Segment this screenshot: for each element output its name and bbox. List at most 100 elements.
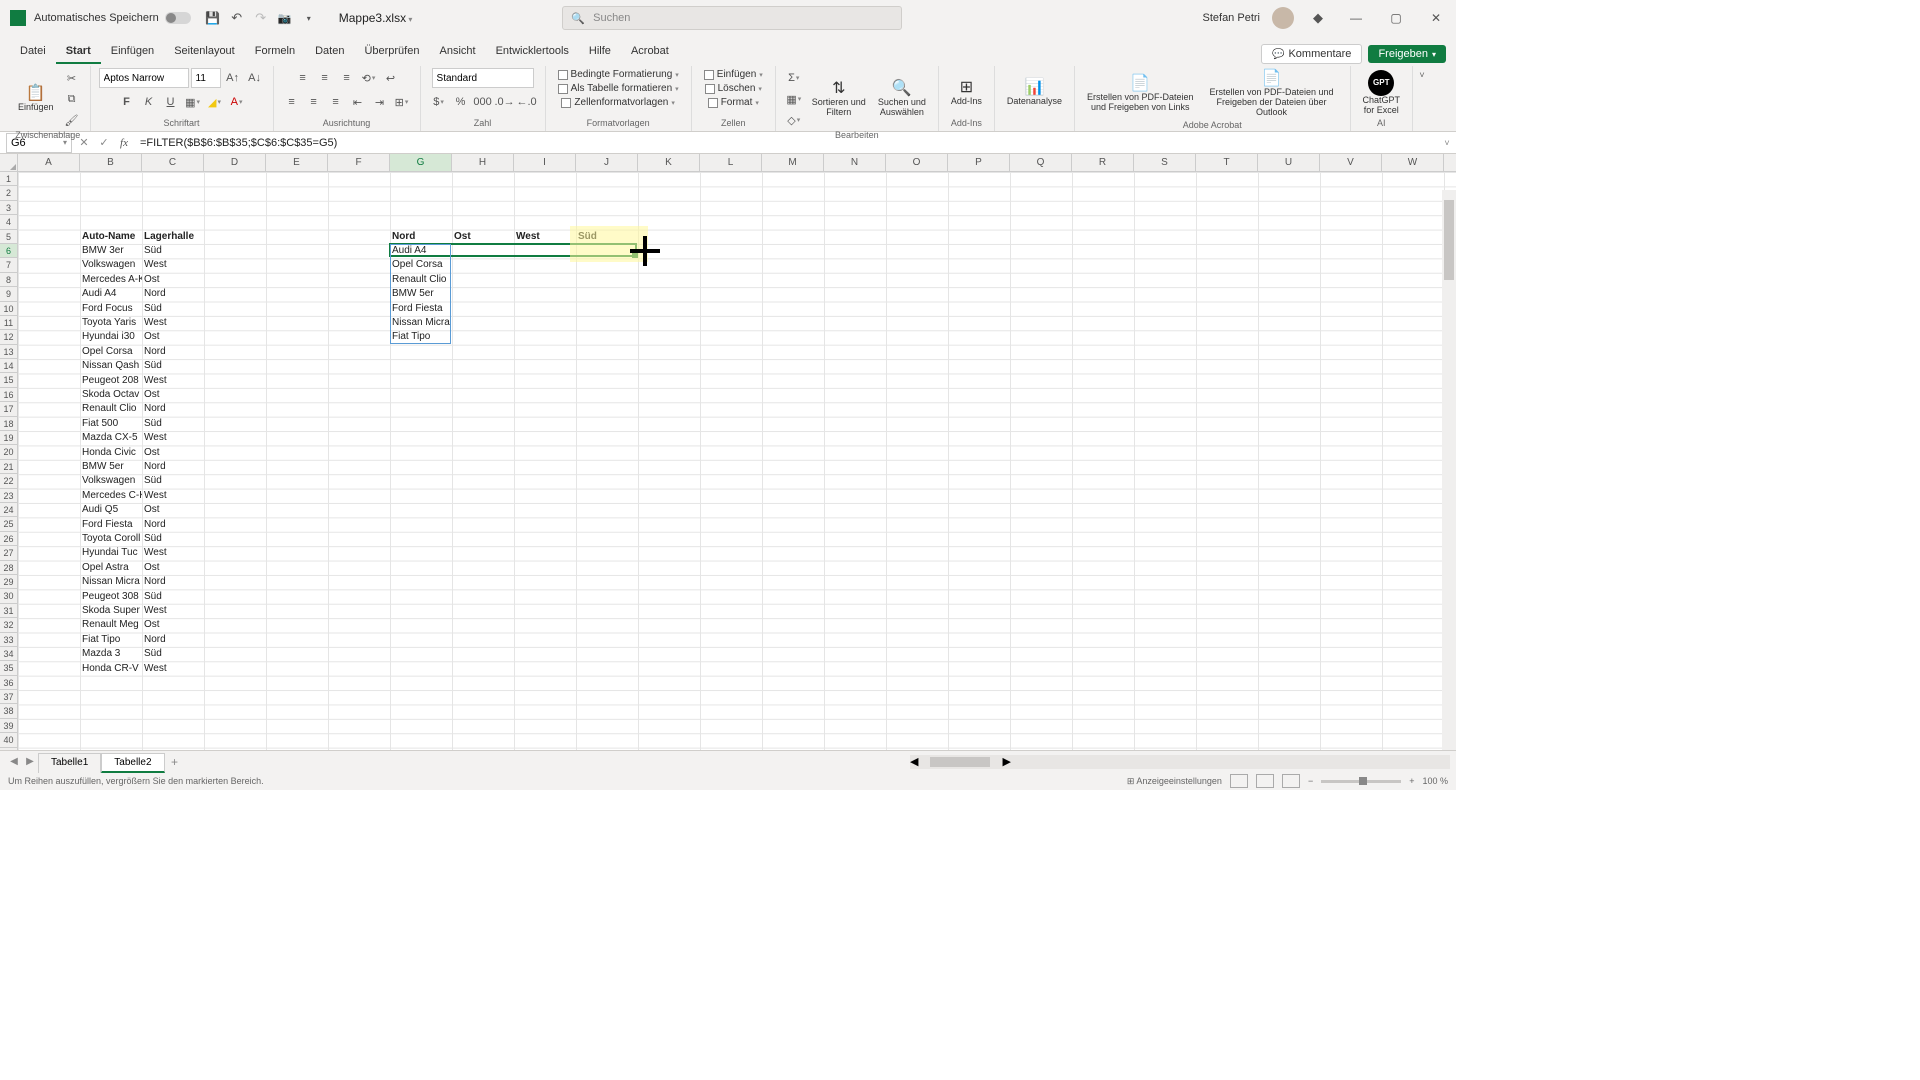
cell-G9[interactable]: BMW 5er xyxy=(390,287,452,301)
col-header-D[interactable]: D xyxy=(204,154,266,171)
cell-C18[interactable]: Süd xyxy=(142,417,204,431)
zoom-in[interactable]: + xyxy=(1409,776,1414,786)
col-header-I[interactable]: I xyxy=(514,154,576,171)
col-header-G[interactable]: G xyxy=(390,154,452,171)
cell-B28[interactable]: Opel Astra xyxy=(80,561,142,575)
font-name-select[interactable] xyxy=(99,68,189,88)
comments-button[interactable]: Kommentare xyxy=(1261,44,1362,64)
row-header-11[interactable]: 11 xyxy=(0,316,17,330)
horizontal-scrollbar[interactable]: ◀▶ xyxy=(910,755,1450,769)
row-header-10[interactable]: 10 xyxy=(0,302,17,316)
font-size-select[interactable] xyxy=(191,68,221,88)
save-button[interactable] xyxy=(203,8,223,28)
col-header-N[interactable]: N xyxy=(824,154,886,171)
decrease-font-button[interactable]: A↓ xyxy=(245,68,265,88)
row-header-6[interactable]: 6 xyxy=(0,244,17,258)
formula-expand-button[interactable]: ˅ xyxy=(1438,138,1456,148)
cell-C19[interactable]: West xyxy=(142,431,204,445)
autosum-button[interactable]: Σ xyxy=(784,68,804,88)
cell-C31[interactable]: West xyxy=(142,604,204,618)
col-header-M[interactable]: M xyxy=(762,154,824,171)
cell-B13[interactable]: Opel Corsa xyxy=(80,345,142,359)
sheet-nav-prev[interactable]: ◀ xyxy=(6,756,22,767)
addins-button[interactable]: ⊞Add-Ins xyxy=(947,77,986,109)
row-header-40[interactable]: 40 xyxy=(0,733,17,747)
cell-B23[interactable]: Mercedes C-K xyxy=(80,489,142,503)
menu-tab-überprüfen[interactable]: Überprüfen xyxy=(354,40,429,64)
undo-button[interactable] xyxy=(227,8,247,28)
cell-B18[interactable]: Fiat 500 xyxy=(80,417,142,431)
align-left[interactable]: ≡ xyxy=(282,92,302,112)
zoom-slider[interactable] xyxy=(1321,780,1401,783)
cell-B21[interactable]: BMW 5er xyxy=(80,460,142,474)
cell-C29[interactable]: Nord xyxy=(142,575,204,589)
cell-C14[interactable]: Süd xyxy=(142,359,204,373)
cell-B31[interactable]: Skoda Super xyxy=(80,604,142,618)
cell-B8[interactable]: Mercedes A-K xyxy=(80,273,142,287)
menu-tab-hilfe[interactable]: Hilfe xyxy=(579,40,621,64)
col-header-B[interactable]: B xyxy=(80,154,142,171)
cell-B7[interactable]: Volkswagen xyxy=(80,258,142,272)
minimize-button[interactable]: — xyxy=(1342,4,1370,32)
cell-B22[interactable]: Volkswagen xyxy=(80,474,142,488)
sort-filter-button[interactable]: ⇅Sortieren und Filtern xyxy=(808,78,870,120)
cell-C5[interactable]: Lagerhalle xyxy=(142,230,204,244)
cell-C20[interactable]: Ost xyxy=(142,446,204,460)
filename[interactable]: Mappe3.xlsx xyxy=(339,11,413,25)
row-header-4[interactable]: 4 xyxy=(0,215,17,229)
cell-G5[interactable]: Nord xyxy=(390,230,452,244)
col-header-F[interactable]: F xyxy=(328,154,390,171)
row-header-33[interactable]: 33 xyxy=(0,633,17,647)
row-header-14[interactable]: 14 xyxy=(0,359,17,373)
col-header-J[interactable]: J xyxy=(576,154,638,171)
cell-B14[interactable]: Nissan Qash xyxy=(80,359,142,373)
row-header-9[interactable]: 9 xyxy=(0,287,17,301)
zoom-out[interactable]: − xyxy=(1308,776,1313,786)
cell-C12[interactable]: Ost xyxy=(142,330,204,344)
row-header-39[interactable]: 39 xyxy=(0,719,17,733)
cell-B33[interactable]: Fiat Tipo xyxy=(80,633,142,647)
pdf-share-link-button[interactable]: 📄Erstellen von PDF-Dateien und Freigeben… xyxy=(1083,73,1198,115)
cell-C15[interactable]: West xyxy=(142,374,204,388)
menu-tab-einfügen[interactable]: Einfügen xyxy=(101,40,164,64)
cell-C35[interactable]: West xyxy=(142,662,204,676)
cell-C8[interactable]: Ost xyxy=(142,273,204,287)
col-header-O[interactable]: O xyxy=(886,154,948,171)
align-right[interactable]: ≡ xyxy=(326,92,346,112)
cell-B9[interactable]: Audi A4 xyxy=(80,287,142,301)
insert-cells[interactable]: Einfügen xyxy=(700,68,767,81)
row-header-34[interactable]: 34 xyxy=(0,647,17,661)
autosave-toggle[interactable] xyxy=(165,12,191,24)
cell-C30[interactable]: Süd xyxy=(142,590,204,604)
clear-button[interactable]: ◇ xyxy=(784,110,804,130)
cell-B19[interactable]: Mazda CX-5 xyxy=(80,431,142,445)
cell-G11[interactable]: Nissan Micra xyxy=(390,316,452,330)
number-format-select[interactable] xyxy=(432,68,534,88)
cell-J5[interactable]: Süd xyxy=(576,230,638,244)
row-header-37[interactable]: 37 xyxy=(0,690,17,704)
cell-C34[interactable]: Süd xyxy=(142,647,204,661)
delete-cells[interactable]: Löschen xyxy=(701,82,766,95)
user-avatar[interactable] xyxy=(1272,7,1294,29)
menu-tab-seitenlayout[interactable]: Seitenlayout xyxy=(164,40,245,64)
search-box[interactable]: Suchen xyxy=(562,6,902,30)
border-button[interactable]: ▦ xyxy=(183,92,203,112)
wrap-text-button[interactable]: ↩ xyxy=(381,68,401,88)
increase-font-button[interactable]: A↑ xyxy=(223,68,243,88)
col-header-L[interactable]: L xyxy=(700,154,762,171)
ribbon-collapse-button[interactable]: ˅ xyxy=(1413,66,1431,131)
sheet-tab-tabelle1[interactable]: Tabelle1 xyxy=(38,753,101,773)
increase-decimal[interactable]: .0→ xyxy=(495,92,515,112)
row-header-15[interactable]: 15 xyxy=(0,373,17,387)
merge-button[interactable]: ⊞ xyxy=(392,92,412,112)
row-header-16[interactable]: 16 xyxy=(0,388,17,402)
camera-button[interactable] xyxy=(275,8,295,28)
percent-button[interactable]: % xyxy=(451,92,471,112)
cell-C24[interactable]: Ost xyxy=(142,503,204,517)
cell-styles[interactable]: Zellenformatvorlagen xyxy=(557,96,678,109)
menu-tab-entwicklertools[interactable]: Entwicklertools xyxy=(486,40,579,64)
format-cells[interactable]: Format xyxy=(704,96,763,109)
row-header-30[interactable]: 30 xyxy=(0,589,17,603)
cell-C21[interactable]: Nord xyxy=(142,460,204,474)
format-as-table[interactable]: Als Tabelle formatieren xyxy=(554,82,683,95)
